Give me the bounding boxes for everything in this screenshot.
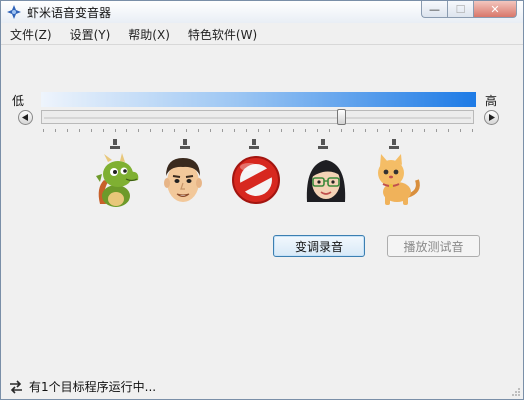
slider-tick xyxy=(269,129,270,132)
preset-marker-icon xyxy=(249,139,259,149)
slider-tick xyxy=(293,129,294,132)
close-button[interactable]: ✕ xyxy=(473,1,517,18)
slider-tick xyxy=(210,129,211,132)
slider-tick xyxy=(174,129,175,132)
slider-tick xyxy=(305,129,306,132)
app-icon xyxy=(7,5,21,19)
menu-featured-software[interactable]: 特色软件(W) xyxy=(179,26,266,43)
slider-tick xyxy=(353,129,354,132)
no-effect-icon[interactable] xyxy=(229,152,283,208)
slider-tick xyxy=(317,129,318,132)
slider-ticks xyxy=(43,129,473,133)
pitch-decrease-button[interactable] xyxy=(18,110,33,125)
man-face-icon[interactable] xyxy=(156,152,210,208)
slider-tick xyxy=(67,129,68,132)
slider-tick xyxy=(126,129,127,132)
main-panel: 低 高 变调录音 播放测试音 xyxy=(1,45,523,373)
slider-tick xyxy=(401,129,402,132)
menu-file[interactable]: 文件(Z) xyxy=(1,26,61,43)
title-bar[interactable]: 虾米语音变音器 — ☐ ✕ xyxy=(1,1,523,23)
slider-tick xyxy=(79,129,80,132)
preset-marker-icon xyxy=(110,139,120,149)
slider-thumb[interactable] xyxy=(337,109,346,125)
menu-help[interactable]: 帮助(X) xyxy=(119,26,179,43)
arrow-right-icon xyxy=(489,114,495,121)
slider-tick xyxy=(258,129,259,132)
slider-tick xyxy=(389,129,390,132)
pitch-increase-button[interactable] xyxy=(484,110,499,125)
slider-tick xyxy=(186,129,187,132)
slider-tick xyxy=(472,129,473,132)
arrow-left-icon xyxy=(22,114,28,121)
resize-grip-icon[interactable] xyxy=(511,387,521,397)
slider-tick xyxy=(115,129,116,132)
slider-tick xyxy=(424,129,425,132)
slider-tick xyxy=(43,129,44,132)
slider-tick xyxy=(448,129,449,132)
app-window: 虾米语音变音器 — ☐ ✕ 文件(Z) 设置(Y) 帮助(X) 特色软件(W) … xyxy=(0,0,524,400)
status-bar: 有1个目标程序运行中... xyxy=(1,374,523,399)
slider-groove xyxy=(44,117,471,119)
slider-tick xyxy=(150,129,151,132)
slider-tick xyxy=(341,129,342,132)
slider-tick xyxy=(436,129,437,132)
slider-tick xyxy=(103,129,104,132)
slider-tick xyxy=(222,129,223,132)
pitch-gradient-bar xyxy=(41,92,476,107)
slider-tick xyxy=(91,129,92,132)
maximize-button[interactable]: ☐ xyxy=(447,1,473,18)
dragon-icon[interactable] xyxy=(88,152,142,208)
slider-tick xyxy=(162,129,163,132)
slider-tick xyxy=(281,129,282,132)
slider-tick xyxy=(365,129,366,132)
preset-marker-icon xyxy=(180,139,190,149)
woman-face-icon[interactable] xyxy=(299,152,353,208)
slider-tick xyxy=(138,129,139,132)
slider-tick xyxy=(55,129,56,132)
play-test-sound-button[interactable]: 播放测试音 xyxy=(387,235,480,257)
minimize-button[interactable]: — xyxy=(421,1,447,18)
cat-icon[interactable] xyxy=(371,152,425,208)
pitch-high-label: 高 xyxy=(485,94,498,108)
transfer-arrows-icon xyxy=(10,379,22,394)
slider-tick xyxy=(377,129,378,132)
menu-settings[interactable]: 设置(Y) xyxy=(61,26,120,43)
window-title: 虾米语音变音器 xyxy=(27,6,112,20)
change-voice-record-button[interactable]: 变调录音 xyxy=(273,235,365,257)
status-text: 有1个目标程序运行中... xyxy=(29,380,157,394)
menu-bar: 文件(Z) 设置(Y) 帮助(X) 特色软件(W) xyxy=(1,25,523,45)
slider-tick xyxy=(234,129,235,132)
slider-tick xyxy=(460,129,461,132)
slider-tick xyxy=(412,129,413,132)
preset-marker-icon xyxy=(389,139,399,149)
slider-tick xyxy=(198,129,199,132)
preset-marker-icon xyxy=(318,139,328,149)
pitch-slider[interactable] xyxy=(41,109,474,125)
pitch-low-label: 低 xyxy=(12,94,25,108)
slider-tick xyxy=(329,129,330,132)
slider-tick xyxy=(246,129,247,132)
